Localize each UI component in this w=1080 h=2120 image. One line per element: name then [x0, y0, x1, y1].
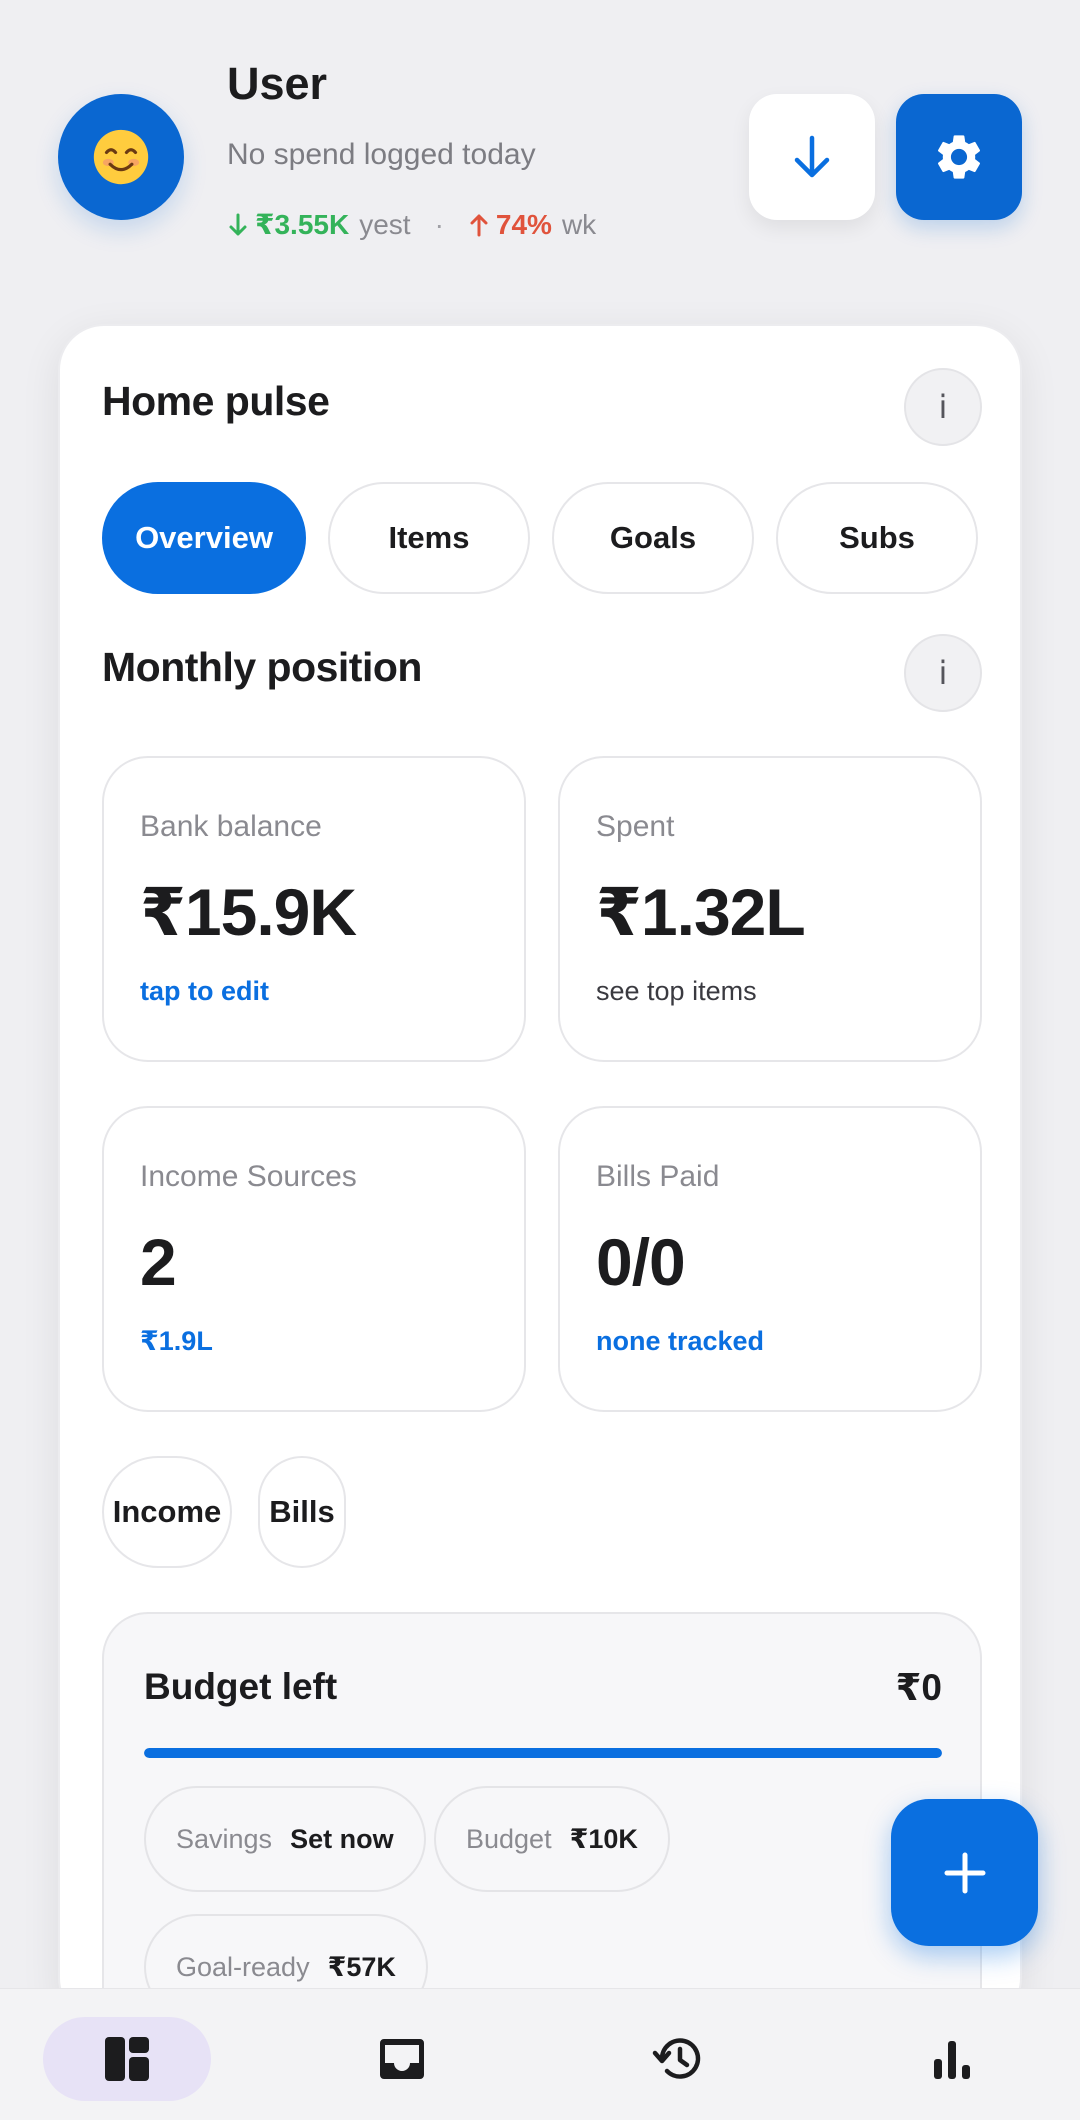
top-items-link[interactable]: see top items	[596, 976, 757, 1007]
bar-chart-icon	[934, 2041, 970, 2079]
nav-history[interactable]	[636, 2017, 720, 2101]
quick-chips: Income Bills	[102, 1456, 346, 1568]
bank-balance-card[interactable]: Bank balance ₹15.9K tap to edit	[102, 756, 526, 1062]
pill-label: Budget	[466, 1823, 552, 1854]
pill-value: ₹10K	[569, 1823, 638, 1854]
budget-amount: ₹0	[895, 1667, 942, 1708]
budget-pill[interactable]: Budget ₹10K	[434, 1786, 670, 1892]
pill-label: Goal-ready	[176, 1951, 310, 1982]
income-total-link[interactable]: ₹1.9L	[140, 1326, 213, 1357]
spent-card[interactable]: Spent ₹1.32L see top items	[558, 756, 982, 1062]
income-sources-card[interactable]: Income Sources 2 ₹1.9L	[102, 1106, 526, 1412]
stat-card-label: Bills Paid	[596, 1160, 720, 1193]
stat-card-label: Spent	[596, 810, 675, 843]
stat-card-label: Income Sources	[140, 1160, 357, 1193]
budget-progress-fill	[144, 1748, 942, 1758]
inbox-icon	[380, 2039, 424, 2079]
stat-card-value: ₹1.32L	[596, 875, 806, 949]
tab-subs[interactable]: Subs	[776, 482, 978, 594]
income-chip[interactable]: Income	[102, 1456, 232, 1568]
savings-pill[interactable]: Savings Set now	[144, 1786, 426, 1892]
tab-goals[interactable]: Goals	[552, 482, 754, 594]
stat-card-value: 0/0	[596, 1225, 686, 1299]
monthly-position-title: Monthly position	[102, 644, 422, 690]
tab-overview[interactable]: Overview	[102, 482, 306, 594]
plus-icon	[944, 1852, 985, 1893]
bills-chip[interactable]: Bills	[258, 1456, 346, 1568]
weekly-value: 74%	[495, 208, 552, 240]
budget-card[interactable]: Budget left ₹0 Savings Set now Budget ₹1…	[102, 1612, 982, 2022]
avatar[interactable]	[58, 94, 184, 220]
stat-separator: ·	[434, 208, 444, 240]
header: User No spend logged today ₹3.55K yest ·…	[0, 0, 1080, 300]
spend-status-text: No spend logged today	[227, 138, 536, 171]
arrow-down-icon	[794, 135, 830, 178]
gear-icon	[937, 135, 981, 179]
spend-stats: ₹3.55K yest · 74% wk	[227, 208, 596, 241]
budget-title: Budget left	[144, 1666, 338, 1707]
bottom-nav	[0, 1988, 1080, 2120]
nav-dashboard[interactable]	[43, 2017, 211, 2101]
dashboard-icon	[105, 2037, 149, 2081]
pill-label: Savings	[176, 1823, 273, 1854]
nav-inbox[interactable]	[360, 2017, 444, 2101]
smiling-face-icon	[93, 129, 149, 185]
stat-card-label: Bank balance	[140, 810, 322, 843]
settings-button[interactable]	[896, 94, 1022, 220]
tab-items[interactable]: Items	[328, 482, 530, 594]
history-icon	[652, 2038, 701, 2079]
pill-value: ₹57K	[327, 1951, 396, 1982]
yesterday-stat: ₹3.55K	[227, 208, 349, 241]
stat-card-value: 2	[140, 1225, 177, 1299]
weekly-label: wk	[561, 208, 597, 240]
user-name: User	[227, 58, 328, 109]
bills-tracked-link[interactable]: none tracked	[596, 1326, 764, 1357]
yesterday-label: yest	[359, 208, 411, 240]
yesterday-value: ₹3.55K	[255, 209, 350, 240]
home-pulse-card: Home pulse i Overview Items Goals Subs M…	[58, 324, 1022, 2024]
bills-paid-card[interactable]: Bills Paid 0/0 none tracked	[558, 1106, 982, 1412]
add-entry-button[interactable]	[891, 1799, 1038, 1946]
weekly-stat: 74%	[468, 209, 552, 241]
budget-progress-bar	[144, 1748, 942, 1758]
download-button[interactable]	[749, 94, 875, 220]
arrow-down-icon	[229, 213, 247, 235]
monthly-position-info-button[interactable]: i	[904, 634, 982, 712]
pill-value: Set now	[290, 1823, 394, 1854]
nav-insights[interactable]	[910, 2017, 994, 2101]
home-pulse-title: Home pulse	[102, 378, 330, 424]
stat-card-value: ₹15.9K	[140, 875, 357, 949]
tab-bar: Overview Items Goals Subs	[102, 482, 978, 594]
edit-balance-link[interactable]: tap to edit	[140, 976, 269, 1007]
home-pulse-info-button[interactable]: i	[904, 368, 982, 446]
arrow-up-icon	[470, 214, 488, 236]
